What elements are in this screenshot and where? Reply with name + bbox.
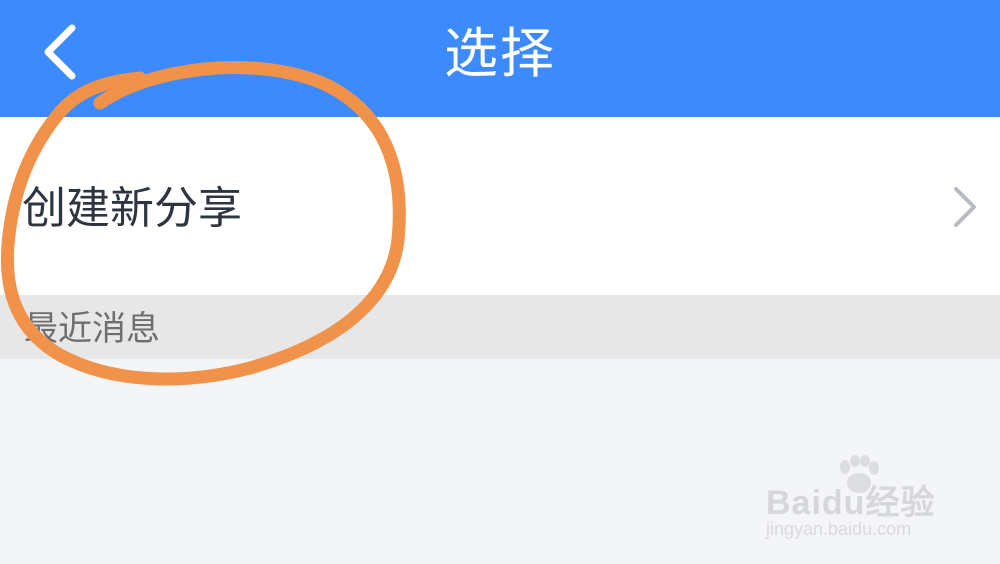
create-new-share-item[interactable]: 创建新分享 <box>0 117 1000 295</box>
chevron-right-icon <box>946 185 982 229</box>
recent-messages-label: 最近消息 <box>24 309 160 349</box>
watermark-url: jingyan.baidu.com <box>766 519 912 539</box>
watermark-brand: Baidu经验 <box>766 484 936 522</box>
navigation-bar: 选择 <box>0 0 1000 117</box>
create-new-share-label: 创建新分享 <box>22 183 242 234</box>
recent-messages-section-header: 最近消息 <box>0 295 1000 359</box>
page-title: 选择 <box>444 22 556 85</box>
